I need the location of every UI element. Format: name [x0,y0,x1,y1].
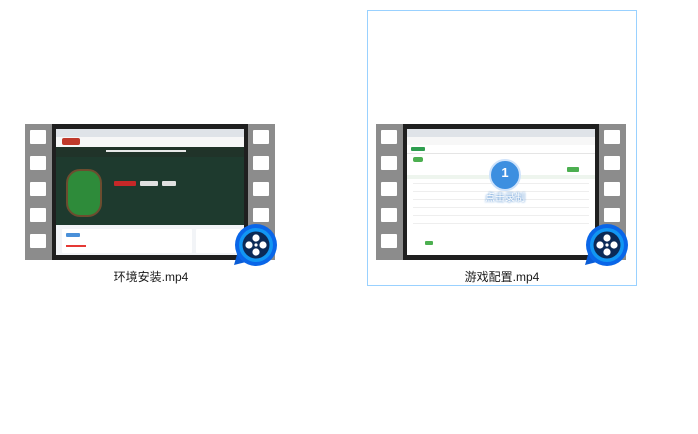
file-name-label: 环境安装.mp4 [113,270,189,284]
video-player-icon [585,224,628,266]
film-perforations [25,124,52,260]
video-file-tile[interactable]: 环境安装.mp4 [16,10,286,286]
video-file-tile[interactable]: 1 点击录制 游戏配置.mp4 [367,10,637,286]
video-player-icon [234,224,277,266]
file-name-label: 游戏配置.mp4 [464,270,540,284]
thumbnail-screen-image [56,129,244,255]
film-perforations [376,124,403,260]
step-number-badge: 1 [489,159,521,191]
thumbnail-screen-image: 1 点击录制 [407,129,595,255]
step-caption: 点击录制 [485,193,525,204]
